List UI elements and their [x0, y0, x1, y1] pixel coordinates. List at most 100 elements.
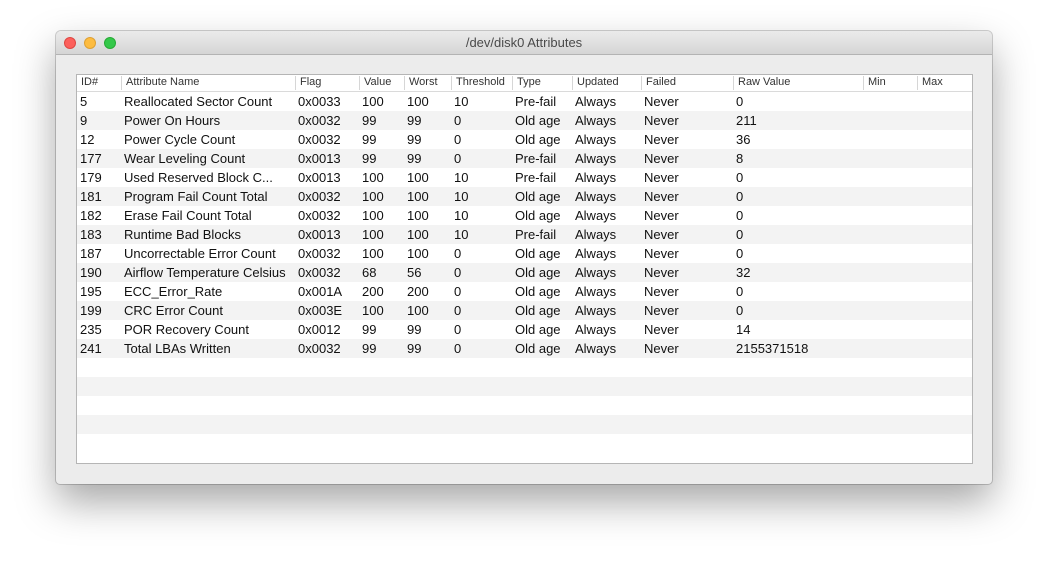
cell-failed: Never: [644, 208, 679, 223]
table-row[interactable]: 183 Runtime Bad Blocks 0x0013 100 100 10 Pre-f…: [77, 225, 972, 244]
table-row[interactable]: 181 Program Fail Count Total 0x0032 100 100 1…: [77, 187, 972, 206]
cell-attribute-name: Reallocated Sector Count: [124, 94, 273, 109]
table-row[interactable]: 12 Power Cycle Count 0x0032 99 99 0 Old age Alw…: [77, 130, 972, 149]
cell-max: [917, 187, 972, 206]
cell-value: 100: [362, 189, 384, 204]
cell-attribute-name: POR Recovery Count: [124, 322, 249, 337]
cell-min: [863, 187, 917, 206]
cell-worst: 100: [407, 246, 429, 261]
cell-type: Old age: [515, 284, 561, 299]
cell-threshold: 10: [454, 189, 469, 204]
cell-attribute-name: Power On Hours: [124, 113, 221, 128]
cell-attribute-name: Total LBAs Written: [124, 341, 231, 356]
table-row[interactable]: 187 Uncorrectable Error Count 0x0032 100 100…: [77, 244, 972, 263]
column-header-id[interactable]: ID#: [77, 76, 121, 90]
cell-failed: Never: [644, 341, 679, 356]
column-header-type[interactable]: Type: [512, 76, 572, 90]
column-header-flag[interactable]: Flag: [295, 76, 359, 90]
table-header: ID# Attribute Name Flag Value Worst Thre…: [77, 75, 972, 92]
column-header-max[interactable]: Max: [917, 76, 972, 90]
cell-attribute-name: Wear Leveling Count: [124, 151, 246, 166]
table-row[interactable]: 177 Wear Leveling Count 0x0013 99 99 0 Pre-fai…: [77, 149, 972, 168]
cell-max: [917, 130, 972, 149]
column-header-failed[interactable]: Failed: [641, 76, 733, 90]
cell-max: [917, 92, 972, 111]
cell-failed: Never: [644, 113, 679, 128]
cell-flag: 0x0032: [298, 246, 341, 261]
cell-type: Pre-fail: [515, 94, 557, 109]
cell-worst: 99: [407, 322, 422, 337]
cell-min: [863, 168, 917, 187]
cell-updated: Always: [575, 170, 617, 185]
cell-failed: Never: [644, 284, 679, 299]
cell-flag: 0x0013: [298, 227, 341, 242]
cell-updated: Always: [575, 284, 617, 299]
cell-value: 100: [362, 94, 384, 109]
column-header-attribute-name[interactable]: Attribute Name: [121, 76, 295, 90]
cell-raw-value: 211: [736, 113, 757, 128]
table-row[interactable]: 190 Airflow Temperature Celsius 0x0032 68 56…: [77, 263, 972, 282]
cell-type: Old age: [515, 265, 561, 280]
cell-value: 99: [362, 322, 377, 337]
cell-updated: Always: [575, 189, 617, 204]
cell-threshold: 0: [454, 303, 462, 318]
table-row[interactable]: 182 Erase Fail Count Total 0x0032 100 100 10 O…: [77, 206, 972, 225]
column-header-min[interactable]: Min: [863, 76, 917, 90]
cell-type: Pre-fail: [515, 170, 557, 185]
table-row[interactable]: 5 Reallocated Sector Count 0x0033 100 100 10 P…: [77, 92, 972, 111]
table-row[interactable]: 199 CRC Error Count 0x003E 100 100 0 Old age Al…: [77, 301, 972, 320]
table-row[interactable]: 179 Used Reserved Block C... 0x0013 100 100 1…: [77, 168, 972, 187]
cell-worst: 100: [407, 208, 429, 223]
cell-id: 241: [80, 341, 102, 356]
cell-flag: 0x0032: [298, 113, 341, 128]
cell-min: [863, 282, 917, 301]
column-header-worst[interactable]: Worst: [404, 76, 451, 90]
cell-raw-value: 36: [736, 132, 751, 147]
title-bar[interactable]: /dev/disk0 Attributes: [56, 31, 992, 55]
cell-failed: Never: [644, 132, 679, 147]
table-row[interactable]: 235 POR Recovery Count 0x0012 99 99 0 Old age A…: [77, 320, 972, 339]
column-header-value[interactable]: Value: [359, 76, 404, 90]
cell-min: [863, 244, 917, 263]
cell-id: 199: [80, 303, 102, 318]
cell-flag: 0x0032: [298, 265, 341, 280]
cell-attribute-name: Uncorrectable Error Count: [124, 246, 276, 261]
column-header-updated[interactable]: Updated: [572, 76, 641, 90]
cell-max: [917, 168, 972, 187]
cell-updated: Always: [575, 132, 617, 147]
table-row[interactable]: 241 Total LBAs Written 0x0032 99 99 0 Old age A…: [77, 339, 972, 358]
cell-min: [863, 111, 917, 130]
cell-raw-value: 0: [736, 246, 744, 261]
cell-threshold: 0: [454, 284, 462, 299]
cell-worst: 100: [407, 189, 429, 204]
cell-failed: Never: [644, 189, 679, 204]
table-row[interactable]: 9 Power On Hours 0x0032 99 99 0 Old age Always N…: [77, 111, 972, 130]
empty-table-row: [77, 377, 972, 396]
cell-failed: Never: [644, 151, 679, 166]
cell-attribute-name: Power Cycle Count: [124, 132, 236, 147]
cell-value: 99: [362, 151, 377, 166]
cell-max: [917, 225, 972, 244]
attributes-table[interactable]: ID# Attribute Name Flag Value Worst Thre…: [76, 74, 973, 464]
cell-worst: 100: [407, 170, 429, 185]
cell-flag: 0x0013: [298, 170, 341, 185]
column-header-threshold[interactable]: Threshold: [451, 76, 512, 90]
column-header-raw-value[interactable]: Raw Value: [733, 76, 863, 90]
cell-attribute-name: CRC Error Count: [124, 303, 223, 318]
cell-type: Pre-fail: [515, 227, 557, 242]
cell-threshold: 10: [454, 208, 469, 223]
cell-flag: 0x0013: [298, 151, 341, 166]
cell-worst: 99: [407, 151, 422, 166]
cell-flag: 0x0032: [298, 208, 341, 223]
cell-worst: 99: [407, 341, 422, 356]
cell-raw-value: 2155371518: [736, 341, 809, 356]
cell-type: Old age: [515, 246, 561, 261]
cell-raw-value: 0: [736, 303, 744, 318]
cell-worst: 100: [407, 227, 429, 242]
cell-attribute-name: Airflow Temperature Celsius: [124, 265, 286, 280]
cell-id: 5: [80, 94, 88, 109]
table-row[interactable]: 195 ECC_Error_Rate 0x001A 200 200 0 Old age Alw…: [77, 282, 972, 301]
cell-flag: 0x0032: [298, 132, 341, 147]
cell-type: Old age: [515, 208, 561, 223]
cell-updated: Always: [575, 151, 617, 166]
